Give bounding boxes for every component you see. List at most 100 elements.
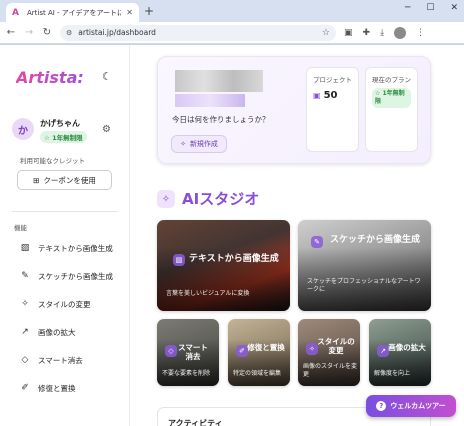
maximize-icon[interactable]: ☐ bbox=[426, 3, 434, 13]
back-icon[interactable]: ← bbox=[6, 27, 16, 38]
extension-icon[interactable]: ▣ bbox=[344, 28, 353, 38]
sidebar-item-style-change[interactable]: ✧ スタイルの変更 bbox=[0, 290, 129, 318]
new-project-button[interactable]: ✧ 新規作成 bbox=[171, 135, 227, 153]
blurred-username bbox=[175, 70, 263, 92]
sidebar-item-label: スタイルの変更 bbox=[38, 299, 91, 309]
user-plan-badge-label: 1年無制限 bbox=[52, 134, 83, 142]
eraser-icon: ◇ bbox=[21, 355, 29, 365]
browser-tab-bar: A Artist AI - アイデアをアートに変換 ✕ + ─ ☐ ✕ bbox=[0, 0, 464, 22]
user-avatar: か bbox=[12, 118, 34, 140]
sidebar-item-text-to-image[interactable]: ▨ テキストから画像生成 bbox=[0, 234, 129, 262]
sidebar-item-inpaint[interactable]: ✐ 修復と置換 bbox=[0, 374, 129, 402]
use-coupon-button[interactable]: ⊞ クーポンを使用 bbox=[17, 170, 112, 190]
card-smart-erase[interactable]: ◇ スマート消去 不要な要素を削除 bbox=[157, 319, 219, 386]
card-desc: スケッチをプロフェッショナルなアートワークに bbox=[307, 278, 421, 293]
sidebar: Artista: ☾ か かげちゃん ☆ 1年無制限 ⚙ 利用可能なクレジット … bbox=[0, 45, 130, 426]
sidebar-item-label: 画像の拡大 bbox=[38, 327, 76, 337]
site-favicon-icon: A bbox=[12, 7, 19, 18]
use-coupon-label: クーポンを使用 bbox=[43, 175, 96, 185]
new-tab-button[interactable]: + bbox=[144, 4, 154, 18]
profile-avatar[interactable] bbox=[394, 26, 407, 39]
site-info-icon[interactable]: ⚙ bbox=[66, 29, 72, 37]
expand-arrow-icon: ↗ bbox=[21, 327, 29, 337]
image-icon: ▣ bbox=[313, 91, 321, 100]
sidebar-item-label: スマート消去 bbox=[38, 355, 83, 365]
sidebar-item-upscale[interactable]: ↗ 画像の拡大 bbox=[0, 318, 129, 346]
feature-menu: ▨ テキストから画像生成 ✎ スケッチから画像生成 ✧ スタイルの変更 ↗ 画像… bbox=[0, 234, 129, 402]
app-viewport: Artista: ☾ か かげちゃん ☆ 1年無制限 ⚙ 利用可能なクレジット … bbox=[0, 45, 464, 426]
card-desc: 解像度を向上 bbox=[374, 370, 411, 377]
menu-kebab-icon[interactable]: ⋮ bbox=[416, 28, 425, 38]
plan-stat-label: 現在のプラン bbox=[372, 76, 411, 84]
magic-wand-icon: ✧ bbox=[180, 140, 186, 148]
card-title: テキストから画像生成 bbox=[189, 254, 279, 264]
features-section-label: 機能 bbox=[14, 224, 27, 232]
projects-stat-label: プロジェクト bbox=[313, 76, 352, 84]
bookmark-star-icon[interactable]: ☆ bbox=[322, 28, 330, 38]
help-icon: ? bbox=[376, 401, 387, 411]
greeting-text: 今日は何を作りましょうか？ bbox=[172, 115, 270, 124]
plan-badge: ☆ 1年無制限 bbox=[372, 88, 411, 108]
gift-icon: ⊞ bbox=[33, 175, 40, 185]
image-icon: ▨ bbox=[20, 243, 30, 253]
url-text: artistai.jp/dashboard bbox=[78, 28, 156, 37]
window-controls: ─ ☐ ✕ bbox=[405, 3, 458, 13]
card-desc: 不要な要素を削除 bbox=[162, 370, 211, 377]
welcome-tour-label: ウェルカムツアー bbox=[390, 402, 446, 410]
image-icon: ▨ bbox=[173, 254, 185, 266]
user-plan-badge: ☆ 1年無制限 bbox=[40, 131, 87, 143]
new-project-label: 新規作成 bbox=[189, 140, 218, 148]
tab-title: Artist AI - アイデアをアートに変換 bbox=[27, 8, 122, 17]
activity-title: アクティビティ bbox=[168, 419, 223, 426]
card-title: スマート消去 bbox=[178, 343, 208, 361]
card-title: スケッチから画像生成 bbox=[330, 235, 421, 245]
main-content: 今日は何を作りましょうか？ ✧ 新規作成 プロジェクト ▣ 50 現在のプラン … bbox=[130, 45, 464, 426]
card-title: スタイルの変更 bbox=[317, 337, 355, 355]
plan-stat-card: 現在のプラン ☆ 1年無制限 bbox=[365, 67, 418, 152]
card-title: 修復と置換 bbox=[247, 343, 285, 352]
sidebar-item-sketch-to-image[interactable]: ✎ スケッチから画像生成 bbox=[0, 262, 129, 290]
address-bar[interactable]: ⚙ artistai.jp/dashboard ☆ bbox=[60, 24, 336, 41]
browser-toolbar: ← → ↻ ⚙ artistai.jp/dashboard ☆ ▣ ✚ ⤓ ⋮ bbox=[0, 22, 464, 44]
magic-wand-icon: ✧ bbox=[21, 299, 29, 309]
projects-stat-value: 50 bbox=[323, 90, 338, 101]
browser-tab[interactable]: A Artist AI - アイデアをアートに変換 ✕ bbox=[6, 3, 139, 22]
credits-label: 利用可能なクレジット bbox=[20, 157, 85, 165]
card-style-change[interactable]: ✧ スタイルの変更 画像のスタイルを変更 bbox=[298, 319, 360, 386]
card-desc: 特定の領域を編集 bbox=[233, 370, 282, 377]
welcome-tour-button[interactable]: ? ウェルカムツアー bbox=[366, 395, 456, 417]
card-desc: 言葉を美しいビジュアルに変換 bbox=[166, 290, 250, 297]
card-desc: 画像のスタイルを変更 bbox=[303, 363, 358, 378]
settings-gear-icon[interactable]: ⚙ bbox=[102, 124, 111, 135]
close-window-icon[interactable]: ✕ bbox=[450, 3, 458, 13]
blurred-subtitle bbox=[175, 94, 245, 107]
card-sketch-to-image[interactable]: ✎ スケッチから画像生成 スケッチをプロフェッショナルなアートワークに bbox=[298, 220, 431, 311]
pencil-icon: ✎ bbox=[21, 271, 29, 281]
minimize-icon[interactable]: ─ bbox=[405, 3, 410, 13]
brush-icon: ✐ bbox=[21, 383, 29, 393]
close-tab-icon[interactable]: ✕ bbox=[126, 8, 133, 17]
card-text-to-image[interactable]: ▨ テキストから画像生成 言葉を美しいビジュアルに変換 bbox=[157, 220, 290, 311]
sidebar-item-label: テキストから画像生成 bbox=[38, 243, 113, 253]
sidebar-item-label: スケッチから画像生成 bbox=[38, 271, 113, 281]
user-name: かげちゃん bbox=[40, 119, 80, 128]
card-inpaint[interactable]: ✐ 修復と置換 特定の領域を編集 bbox=[228, 319, 290, 386]
welcome-card: 今日は何を作りましょうか？ ✧ 新規作成 プロジェクト ▣ 50 現在のプラン … bbox=[157, 56, 431, 164]
puzzle-icon[interactable]: ✚ bbox=[363, 28, 371, 38]
card-title: 画像の拡大 bbox=[388, 343, 426, 352]
pencil-icon: ✎ bbox=[311, 236, 323, 248]
reload-icon[interactable]: ↻ bbox=[42, 27, 52, 38]
plan-badge-label: 1年無制限 bbox=[375, 90, 405, 105]
sidebar-divider bbox=[12, 211, 118, 212]
forward-icon[interactable]: → bbox=[24, 27, 34, 38]
app-logo[interactable]: Artista: bbox=[16, 68, 84, 87]
studio-heading: AIスタジオ bbox=[182, 190, 260, 208]
projects-stat-value-row: ▣ 50 bbox=[313, 90, 352, 101]
dark-mode-toggle-icon[interactable]: ☾ bbox=[102, 70, 112, 83]
magic-wand-icon: ✧ bbox=[157, 190, 175, 208]
card-upscale[interactable]: ↗ 画像の拡大 解像度を向上 bbox=[369, 319, 431, 386]
projects-stat-card: プロジェクト ▣ 50 bbox=[306, 67, 359, 152]
sidebar-item-smart-erase[interactable]: ◇ スマート消去 bbox=[0, 346, 129, 374]
download-icon[interactable]: ⤓ bbox=[380, 28, 384, 38]
sidebar-item-label: 修復と置換 bbox=[38, 383, 76, 393]
